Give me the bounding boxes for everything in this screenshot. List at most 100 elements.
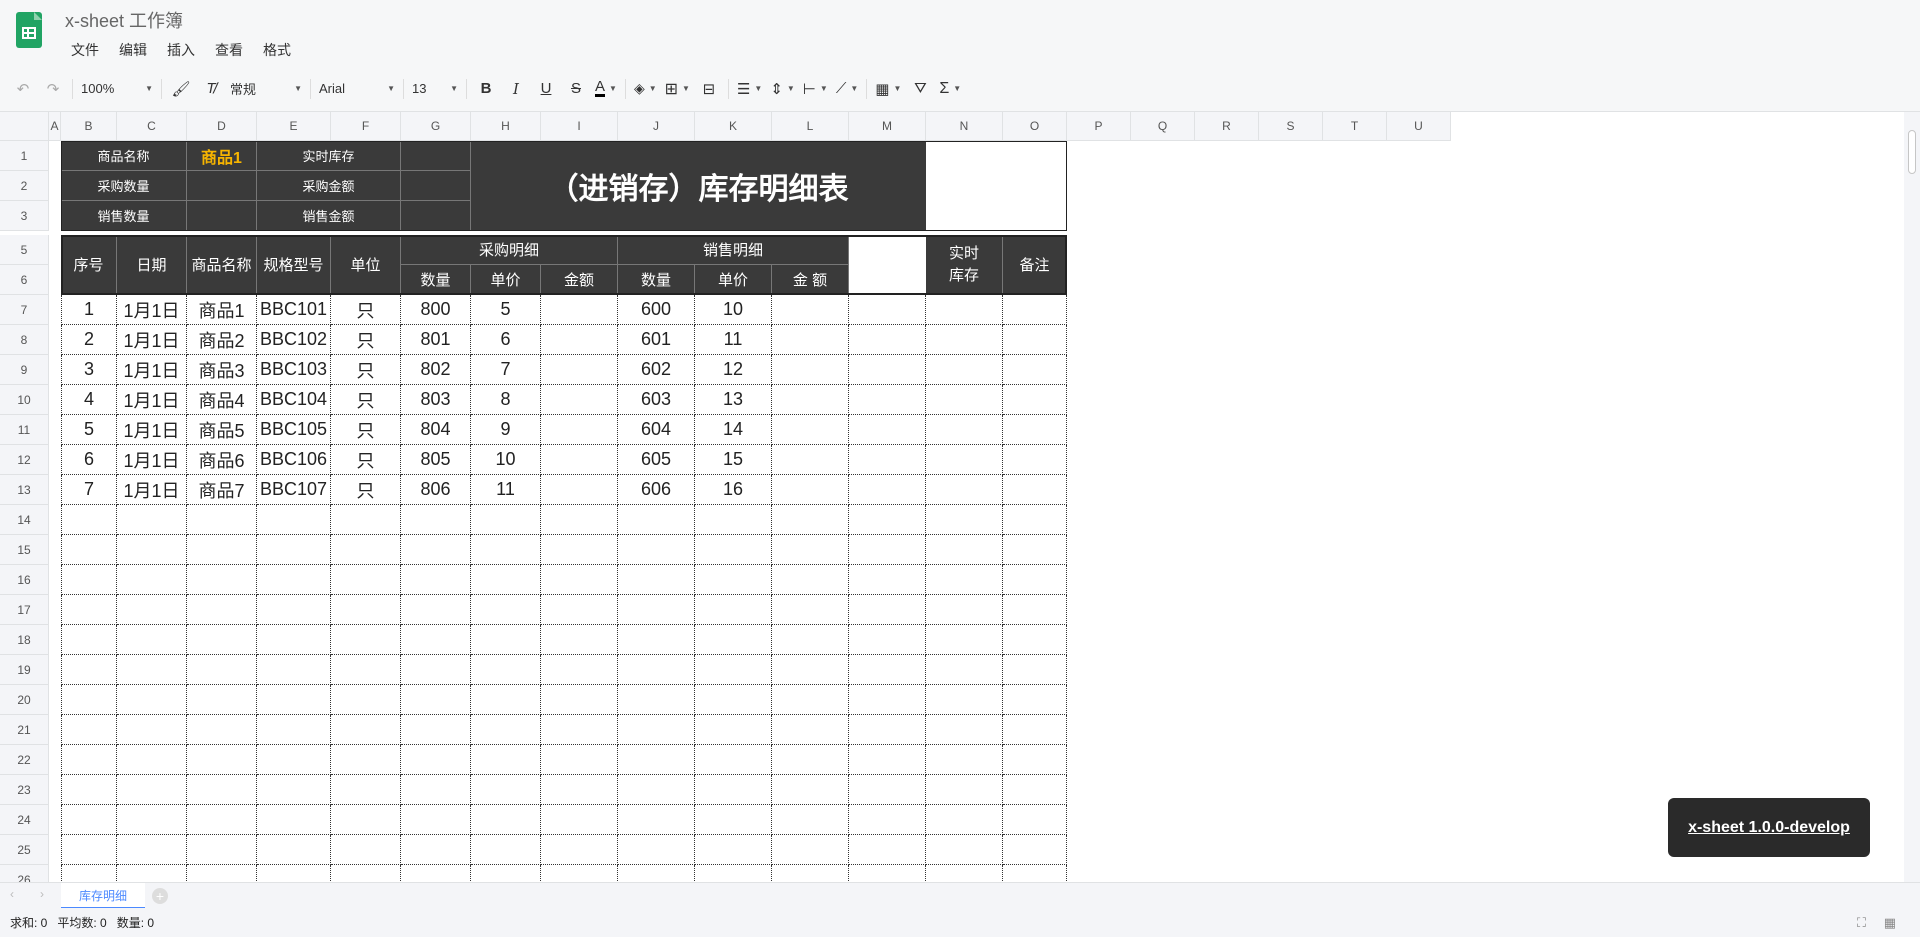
table-cell[interactable]: 16 bbox=[695, 475, 772, 505]
table-cell[interactable] bbox=[772, 655, 849, 685]
row-header-10[interactable]: 10 bbox=[0, 385, 49, 415]
table-cell[interactable] bbox=[926, 535, 1003, 565]
prev-sheet-icon[interactable]: ‹ bbox=[10, 887, 14, 901]
column-header-r[interactable]: R bbox=[1195, 112, 1259, 141]
table-cell[interactable] bbox=[1003, 655, 1067, 685]
table-cell[interactable] bbox=[1003, 325, 1067, 355]
table-cell[interactable] bbox=[618, 535, 695, 565]
table-cell[interactable] bbox=[117, 775, 187, 805]
table-cell[interactable]: 只 bbox=[331, 295, 401, 325]
table-cell[interactable] bbox=[541, 655, 618, 685]
table-cell[interactable] bbox=[618, 505, 695, 535]
table-cell[interactable]: 10 bbox=[471, 445, 541, 475]
table-cell[interactable]: 商品6 bbox=[187, 445, 257, 475]
table-cell[interactable] bbox=[849, 385, 926, 415]
table-cell[interactable] bbox=[401, 595, 471, 625]
table-cell[interactable] bbox=[331, 745, 401, 775]
table-cell[interactable] bbox=[618, 655, 695, 685]
row-header-3[interactable]: 3 bbox=[0, 201, 49, 231]
table-cell[interactable] bbox=[117, 835, 187, 865]
table-cell[interactable]: 7 bbox=[471, 355, 541, 385]
table-cell[interactable] bbox=[695, 805, 772, 835]
table-cell[interactable] bbox=[61, 685, 117, 715]
table-cell[interactable] bbox=[331, 685, 401, 715]
table-cell[interactable] bbox=[772, 805, 849, 835]
table-cell[interactable] bbox=[471, 655, 541, 685]
table-cell[interactable] bbox=[849, 655, 926, 685]
column-header-t[interactable]: T bbox=[1323, 112, 1387, 141]
summary-label[interactable]: 商品名称 bbox=[61, 141, 187, 171]
table-cell[interactable]: 4 bbox=[61, 385, 117, 415]
table-cell[interactable] bbox=[61, 805, 117, 835]
column-header-o[interactable]: O bbox=[1003, 112, 1067, 141]
table-cell[interactable] bbox=[1003, 775, 1067, 805]
horizontal-align-button[interactable]: ☰ ▼ bbox=[733, 75, 766, 103]
header-amount[interactable]: 金额 bbox=[541, 265, 618, 295]
table-cell[interactable] bbox=[331, 655, 401, 685]
table-cell[interactable] bbox=[849, 535, 926, 565]
table-cell[interactable] bbox=[618, 685, 695, 715]
table-cell[interactable] bbox=[849, 745, 926, 775]
table-cell[interactable] bbox=[1003, 355, 1067, 385]
table-cell[interactable] bbox=[471, 505, 541, 535]
table-cell[interactable]: 15 bbox=[695, 445, 772, 475]
table-cell[interactable] bbox=[618, 745, 695, 775]
table-cell[interactable] bbox=[1003, 715, 1067, 745]
header-name[interactable]: 商品名称 bbox=[187, 235, 257, 295]
table-cell[interactable] bbox=[331, 805, 401, 835]
header-amount_spaced[interactable]: 金 额 bbox=[772, 265, 849, 295]
table-cell[interactable] bbox=[471, 745, 541, 775]
clear-format-icon[interactable]: T̸ bbox=[196, 75, 226, 103]
row-header-6[interactable]: 6 bbox=[0, 265, 49, 295]
column-header-u[interactable]: U bbox=[1387, 112, 1451, 141]
table-cell[interactable] bbox=[541, 625, 618, 655]
table-cell[interactable] bbox=[695, 685, 772, 715]
summary-sales-qty-value[interactable] bbox=[187, 201, 257, 231]
row-header-26[interactable]: 26 bbox=[0, 865, 49, 882]
table-cell[interactable] bbox=[61, 655, 117, 685]
table-cell[interactable] bbox=[1003, 745, 1067, 775]
table-cell[interactable] bbox=[331, 775, 401, 805]
table-cell[interactable]: 9 bbox=[471, 415, 541, 445]
table-cell[interactable] bbox=[926, 685, 1003, 715]
table-cell[interactable] bbox=[926, 835, 1003, 865]
table-cell[interactable] bbox=[117, 715, 187, 745]
strikethrough-icon[interactable]: S bbox=[561, 75, 591, 103]
table-cell[interactable]: 10 bbox=[695, 295, 772, 325]
summary-label[interactable]: 销售数量 bbox=[61, 201, 187, 231]
table-cell[interactable] bbox=[849, 685, 926, 715]
table-cell[interactable]: 2 bbox=[61, 325, 117, 355]
row-header-20[interactable]: 20 bbox=[0, 685, 49, 715]
table-cell[interactable] bbox=[541, 385, 618, 415]
table-cell[interactable]: 商品2 bbox=[187, 325, 257, 355]
table-cell[interactable] bbox=[618, 865, 695, 882]
table-cell[interactable]: 602 bbox=[618, 355, 695, 385]
row-header-25[interactable]: 25 bbox=[0, 835, 49, 865]
table-cell[interactable]: 800 bbox=[401, 295, 471, 325]
column-header-s[interactable]: S bbox=[1259, 112, 1323, 141]
summary-value[interactable] bbox=[401, 171, 471, 201]
table-cell[interactable] bbox=[849, 505, 926, 535]
table-cell[interactable] bbox=[117, 655, 187, 685]
table-cell[interactable] bbox=[331, 565, 401, 595]
vertical-align-button[interactable]: ⇕ ▼ bbox=[766, 75, 799, 103]
row-header-17[interactable]: 17 bbox=[0, 595, 49, 625]
table-cell[interactable] bbox=[926, 385, 1003, 415]
table-cell[interactable] bbox=[849, 445, 926, 475]
table-cell[interactable]: BBC103 bbox=[257, 355, 331, 385]
column-header-d[interactable]: D bbox=[187, 112, 257, 141]
table-cell[interactable] bbox=[926, 475, 1003, 505]
table-cell[interactable] bbox=[187, 865, 257, 882]
table-cell[interactable] bbox=[849, 715, 926, 745]
table-cell[interactable] bbox=[401, 835, 471, 865]
menu-format[interactable]: 格式 bbox=[253, 38, 301, 62]
table-cell[interactable] bbox=[1003, 625, 1067, 655]
table-cell[interactable]: 1月1日 bbox=[117, 445, 187, 475]
table-cell[interactable] bbox=[695, 715, 772, 745]
table-cell[interactable] bbox=[695, 835, 772, 865]
column-header-q[interactable]: Q bbox=[1131, 112, 1195, 141]
table-cell[interactable]: 1月1日 bbox=[117, 385, 187, 415]
menu-view[interactable]: 查看 bbox=[205, 38, 253, 62]
font-size-select[interactable]: 13 ▼ bbox=[408, 75, 462, 103]
table-cell[interactable] bbox=[849, 475, 926, 505]
